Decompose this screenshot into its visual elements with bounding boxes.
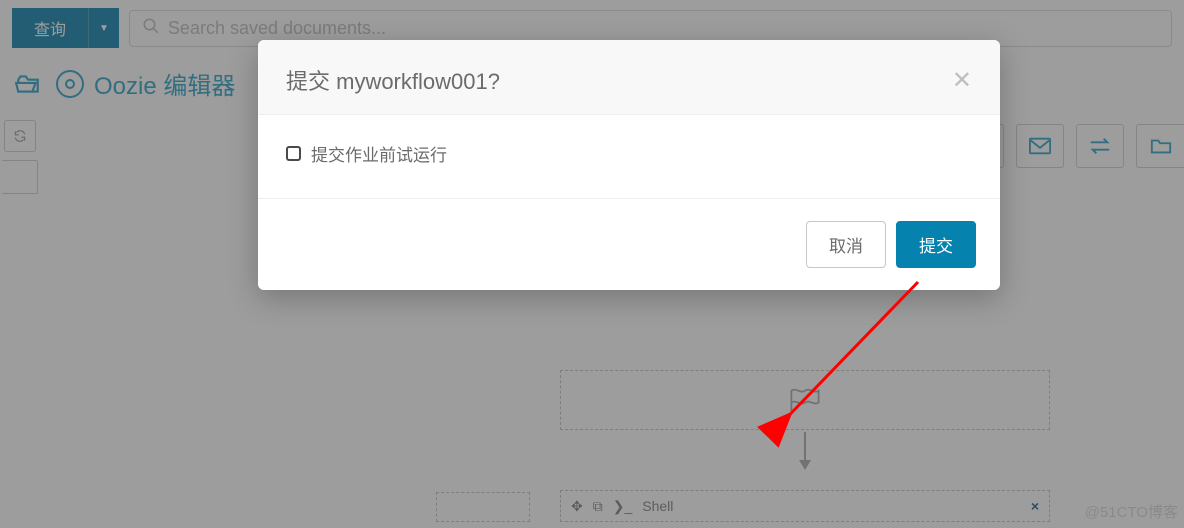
- modal-footer: 取消 提交: [258, 198, 1000, 290]
- modal-title: 提交 myworkflow001?: [286, 64, 500, 96]
- submit-modal: 提交 myworkflow001? ✕ 提交作业前试运行 取消 提交: [258, 40, 1000, 290]
- cancel-button[interactable]: 取消: [806, 221, 886, 268]
- watermark: @51CTO博客: [1085, 501, 1178, 522]
- modal-header: 提交 myworkflow001? ✕: [258, 40, 1000, 114]
- dryrun-checkbox[interactable]: [286, 146, 301, 161]
- modal-body: 提交作业前试运行: [258, 114, 1000, 198]
- submit-button[interactable]: 提交: [896, 221, 976, 268]
- dryrun-checkbox-row[interactable]: 提交作业前试运行: [286, 141, 972, 166]
- dryrun-label: 提交作业前试运行: [311, 141, 447, 166]
- close-icon[interactable]: ✕: [952, 66, 972, 95]
